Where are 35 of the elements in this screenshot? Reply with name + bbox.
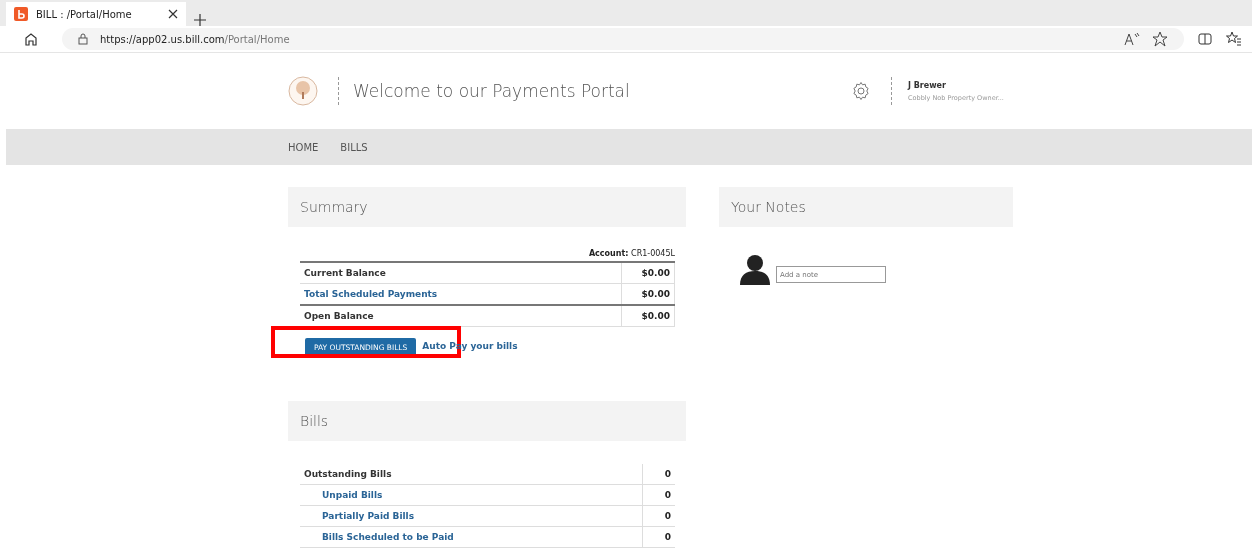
count: 0: [642, 464, 675, 485]
amount: $0.00: [621, 262, 675, 284]
favorites-list-icon[interactable]: [1226, 31, 1242, 47]
user-name: J Brewer: [908, 80, 947, 90]
bills-link[interactable]: Bills Scheduled to be Paid: [322, 532, 454, 542]
bills-link[interactable]: Partially Paid Bills: [322, 511, 415, 521]
tab-title: BILL : /Portal/Home: [36, 8, 133, 20]
site-logo-icon[interactable]: [14, 7, 28, 21]
address-field[interactable]: https://app02.us.bill.com/Portal/Home: [62, 28, 1184, 50]
favorite-star-icon[interactable]: [1152, 31, 1168, 47]
account-number: Account: CR1-0045L: [587, 249, 675, 258]
split-screen-icon[interactable]: [1198, 32, 1212, 46]
count: 0: [642, 526, 675, 548]
panel-header: Bills: [288, 401, 686, 441]
nav-link[interactable]: HOME: [288, 141, 319, 153]
row-label: Current Balance: [304, 268, 386, 278]
panel-header: Summary: [288, 187, 686, 227]
close-icon[interactable]: [168, 9, 178, 19]
row-label: Open Balance: [304, 311, 374, 321]
read-aloud-icon[interactable]: [1124, 32, 1140, 46]
summary-link[interactable]: Total Scheduled Payments: [304, 289, 438, 299]
page-title: Welcome to our Payments Portal: [353, 81, 630, 101]
count: 0: [642, 505, 675, 527]
settings-icon[interactable]: [851, 81, 871, 101]
new-tab-icon[interactable]: [194, 14, 206, 26]
amount: $0.00: [621, 305, 675, 327]
home-icon[interactable]: [24, 32, 38, 46]
count: 0: [642, 484, 675, 506]
nav-link[interactable]: BILLS: [340, 141, 368, 153]
amount: $0.00: [621, 283, 675, 305]
lock-icon[interactable]: [78, 33, 88, 45]
row-label: Outstanding Bills: [304, 469, 392, 479]
panel-header: Your Notes: [719, 187, 1013, 227]
browser-tab[interactable]: BILL : /Portal/Home: [6, 2, 186, 26]
bills-link[interactable]: Unpaid Bills: [322, 490, 383, 500]
